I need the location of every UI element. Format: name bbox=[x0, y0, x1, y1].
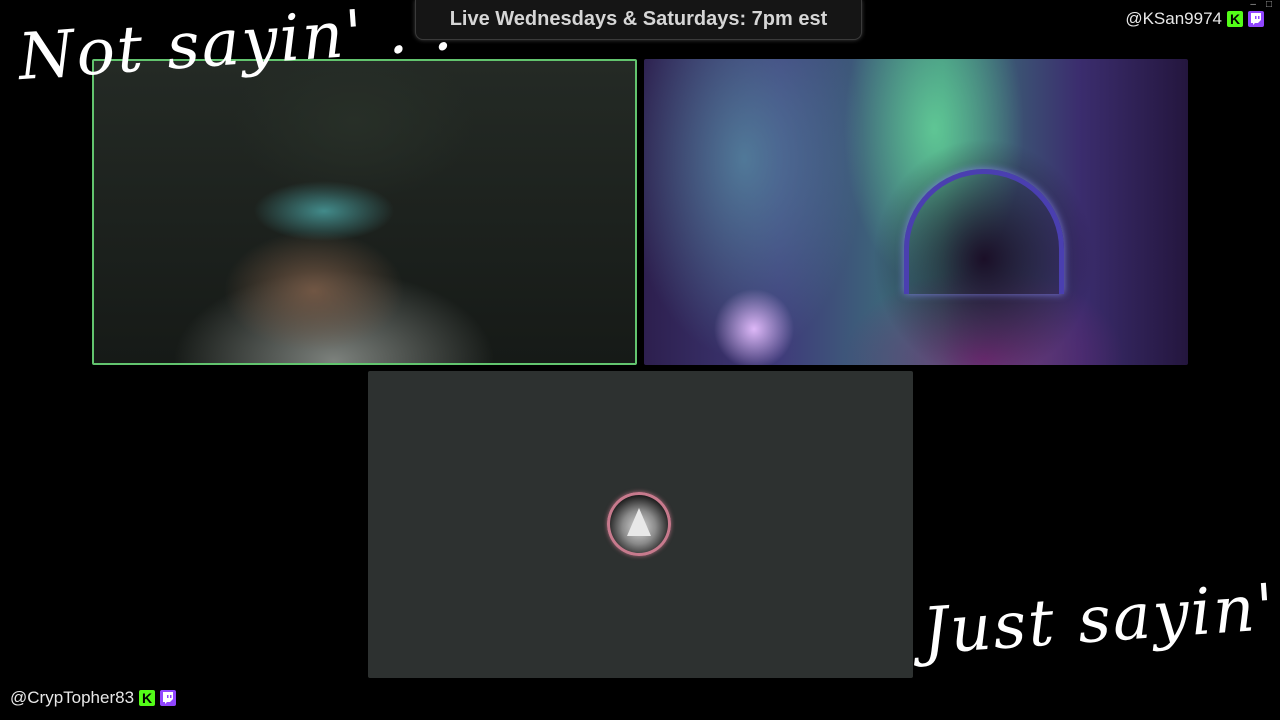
maximize-icon[interactable]: □ bbox=[1266, 0, 1272, 10]
kick-icon: K bbox=[139, 690, 156, 706]
headset-glow bbox=[904, 169, 1064, 294]
handle-cryptopher: @CrypTopher83 bbox=[10, 688, 135, 707]
video-tile-participant-2[interactable] bbox=[644, 59, 1188, 365]
twitch-icon bbox=[160, 690, 177, 706]
mountain-peak-icon bbox=[627, 508, 651, 536]
video-tile-participant-1[interactable] bbox=[92, 59, 637, 365]
schedule-banner: Live Wednesdays & Saturdays: 7pm est bbox=[415, 0, 862, 40]
overlay-text-just-sayin: Just sayin' . . bbox=[919, 565, 1280, 670]
kick-icon: K bbox=[1227, 11, 1243, 27]
handle-ksan: @KSan9974 bbox=[1125, 9, 1222, 28]
mountain-logo-icon bbox=[607, 492, 671, 556]
schedule-text: Live Wednesdays & Saturdays: 7pm est bbox=[449, 8, 828, 30]
streamer-handle-bottom: @CrypTopher83 K bbox=[10, 688, 177, 708]
streamer-handle-top: @KSan9974 K bbox=[1125, 9, 1264, 29]
twitch-icon bbox=[1248, 11, 1264, 27]
